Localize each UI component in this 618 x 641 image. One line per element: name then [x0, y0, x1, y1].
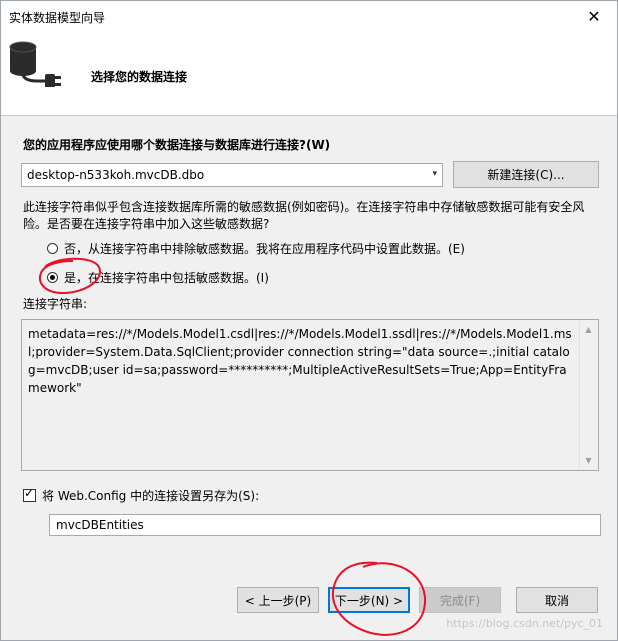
save-config-checkbox[interactable]: ✓	[23, 486, 36, 502]
vertical-scrollbar[interactable]: ▲ ▼	[579, 321, 597, 469]
finish-button: 完成(F)	[419, 587, 501, 613]
radio-include-indicator[interactable]	[47, 272, 58, 283]
radio-include-sensitive[interactable]: 是，在连接字符串中包括敏感数据。(I)	[47, 269, 269, 286]
database-plug-icon	[9, 41, 61, 87]
entity-name-value: mvcDBEntities	[56, 518, 144, 532]
chevron-down-icon: ▾	[432, 169, 437, 179]
radio-exclude-indicator[interactable]	[47, 243, 58, 254]
title-bar: 实体数据模型向导 ✕	[1, 1, 617, 31]
page-title: 选择您的数据连接	[91, 70, 188, 84]
checkmark-icon: ✓	[24, 486, 35, 500]
radio-exclude-label: 否，从连接字符串中排除敏感数据。我将在应用程序代码中设置此数据。(E)	[64, 242, 465, 256]
scroll-up-icon[interactable]: ▲	[580, 321, 597, 338]
wizard-window: 实体数据模型向导 ✕ 选择您的数据连接 您的应用程序应使用哪个数据连接与数据库进…	[0, 0, 618, 641]
connection-string-label: 连接字符串:	[23, 297, 88, 311]
new-connection-button[interactable]: 新建连接(C)...	[453, 161, 599, 188]
scroll-down-icon[interactable]: ▼	[580, 452, 597, 469]
save-config-label: 将 Web.Config 中的连接设置另存为(S):	[42, 489, 260, 503]
save-config-checkbox-row[interactable]: ✓ 将 Web.Config 中的连接设置另存为(S):	[23, 487, 259, 504]
prev-button[interactable]: < 上一步(P)	[237, 587, 319, 613]
connection-question: 您的应用程序应使用哪个数据连接与数据库进行连接?(W)	[23, 138, 331, 152]
radio-include-label: 是，在连接字符串中包括敏感数据。(I)	[64, 271, 269, 285]
close-icon: ✕	[587, 6, 601, 26]
connection-string-text: metadata=res://*/Models.Model1.csdl|res:…	[28, 327, 572, 395]
connection-dropdown-value: desktop-n533koh.mvcDB.dbo	[27, 168, 205, 182]
watermark: https://blog.csdn.net/pyc_01	[446, 617, 603, 630]
wizard-header: 选择您的数据连接	[1, 31, 617, 116]
sensitive-data-warning: 此连接字符串似乎包含连接数据库所需的敏感数据(例如密码)。在连接字符串中存储敏感…	[23, 200, 585, 231]
connection-string-box[interactable]: metadata=res://*/Models.Model1.csdl|res:…	[21, 319, 599, 471]
entity-name-input[interactable]: mvcDBEntities	[49, 514, 601, 536]
next-button[interactable]: 下一步(N) >	[328, 587, 410, 613]
window-title: 实体数据模型向导	[9, 11, 106, 25]
connection-dropdown[interactable]: desktop-n533koh.mvcDB.dbo ▾	[21, 163, 443, 187]
radio-exclude-sensitive[interactable]: 否，从连接字符串中排除敏感数据。我将在应用程序代码中设置此数据。(E)	[47, 240, 465, 257]
cancel-button[interactable]: 取消	[516, 587, 598, 613]
close-button[interactable]: ✕	[571, 1, 617, 31]
